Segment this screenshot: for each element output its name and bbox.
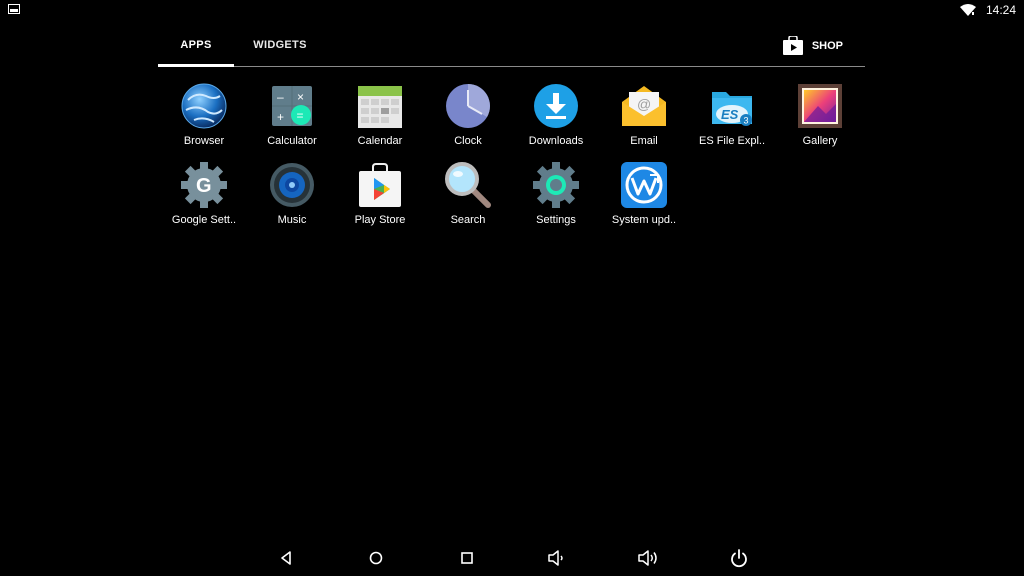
app-label: Music [277, 214, 307, 226]
system-update-icon [621, 162, 667, 208]
clock-icon [446, 84, 490, 128]
app-label: System upd.. [611, 214, 677, 226]
svg-text:–: – [277, 90, 284, 104]
app-label: Calendar [357, 135, 403, 147]
shop-label: SHOP [811, 40, 843, 52]
navigation-bar [0, 540, 1024, 576]
volume-down-icon[interactable] [545, 546, 569, 570]
browser-globe-icon [181, 83, 227, 129]
calendar-icon [358, 86, 402, 128]
svg-text:G: G [196, 175, 212, 197]
calculator-icon: – × + = [272, 86, 312, 126]
svg-text:=: = [297, 109, 304, 123]
gallery-icon [798, 84, 842, 128]
app-system-update[interactable]: System upd.. [600, 159, 688, 235]
app-label: Google Sett.. [171, 214, 237, 226]
app-calendar[interactable]: Calendar [336, 80, 424, 156]
power-icon[interactable] [727, 546, 751, 570]
volume-up-icon[interactable] [636, 546, 660, 570]
app-label: Gallery [802, 135, 838, 147]
settings-gear-icon [533, 162, 579, 208]
app-search[interactable]: Search [424, 159, 512, 235]
app-label: Clock [454, 135, 482, 147]
app-gallery[interactable]: Gallery [776, 80, 864, 156]
app-calculator[interactable]: – × + = Calculator [248, 80, 336, 156]
status-bar: 14:24 [0, 0, 1024, 22]
app-label: Calculator [267, 135, 317, 147]
svg-text:×: × [297, 90, 304, 104]
play-store-bag-icon [782, 36, 803, 55]
app-label: Play Store [354, 214, 406, 226]
app-email[interactable]: @ Email [600, 80, 688, 156]
app-settings[interactable]: Settings [512, 159, 600, 235]
play-store-icon [359, 163, 401, 207]
app-label: Search [450, 214, 486, 226]
downloads-icon [534, 84, 578, 128]
app-play-store[interactable]: Play Store [336, 159, 424, 235]
music-speaker-icon [270, 163, 314, 207]
recents-icon[interactable] [455, 546, 479, 570]
app-downloads[interactable]: Downloads [512, 80, 600, 156]
svg-text:3: 3 [744, 116, 749, 126]
app-label: Browser [183, 135, 225, 147]
app-google-settings[interactable]: G Google Sett.. [160, 159, 248, 235]
tab-bar: APPS WIDGETS SHOP [158, 30, 865, 67]
tab-apps[interactable]: APPS [158, 30, 234, 67]
tab-widgets[interactable]: WIDGETS [244, 30, 316, 64]
svg-text:ES: ES [721, 107, 739, 122]
screenshot-icon [8, 4, 20, 14]
home-icon[interactable] [364, 546, 388, 570]
svg-text:@: @ [637, 96, 651, 112]
google-settings-icon: G [181, 162, 227, 208]
app-es-file-explorer[interactable]: ES 3 ES File Expl.. [688, 80, 776, 156]
app-label: Email [630, 135, 658, 147]
app-browser[interactable]: Browser [160, 80, 248, 156]
shop-button[interactable]: SHOP [782, 35, 843, 57]
wifi-icon [959, 4, 976, 16]
status-time: 14:24 [985, 3, 1016, 17]
email-icon: @ [622, 86, 666, 126]
app-label: Settings [536, 214, 576, 226]
app-label: ES File Expl.. [698, 135, 766, 147]
search-magnifier-icon [445, 162, 491, 208]
back-icon[interactable] [274, 546, 298, 570]
app-label: Downloads [528, 135, 584, 147]
app-clock[interactable]: Clock [424, 80, 512, 156]
svg-text:+: + [277, 110, 284, 124]
app-music[interactable]: Music [248, 159, 336, 235]
es-file-explorer-icon: ES 3 [712, 92, 752, 126]
